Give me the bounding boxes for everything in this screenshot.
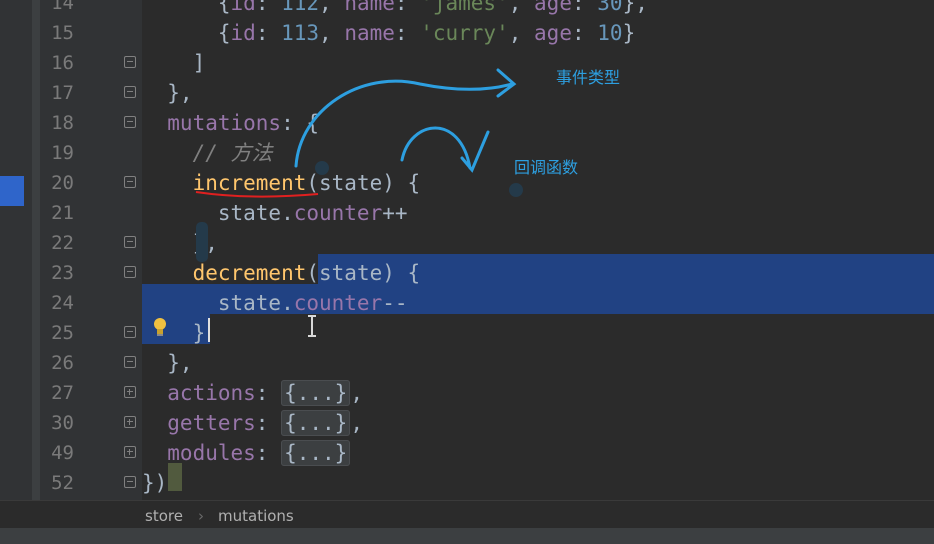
breadcrumb: store › mutations <box>0 500 934 529</box>
status-bar <box>0 528 934 544</box>
pen-dot <box>315 161 329 175</box>
annotation-event-type: 事件类型 <box>556 68 621 87</box>
annotation-layer <box>195 68 523 262</box>
breadcrumb-item-mutations[interactable]: mutations <box>218 507 294 525</box>
pen-mark <box>196 222 208 262</box>
annotation-callback: 回调函数 <box>514 158 579 177</box>
underline-mark <box>195 191 319 198</box>
breadcrumb-separator: › <box>198 507 204 525</box>
arrow-callback <box>400 126 490 173</box>
pen-dot <box>509 183 523 197</box>
breadcrumb-item-store[interactable]: store <box>145 507 183 525</box>
